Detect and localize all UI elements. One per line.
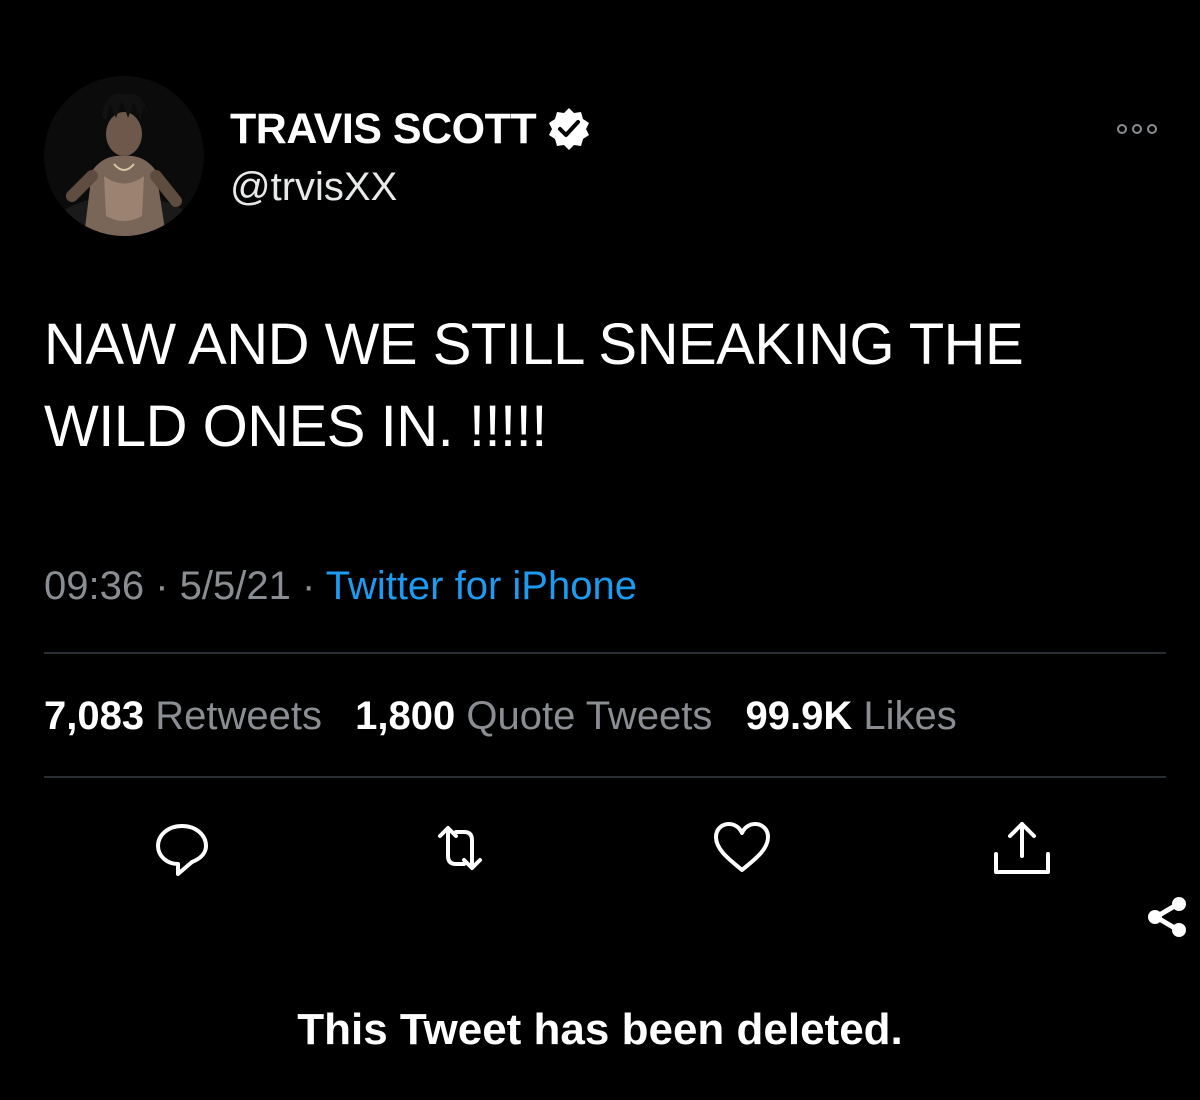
share-icon[interactable]	[990, 816, 1054, 880]
tweet-source-link[interactable]: Twitter for iPhone	[326, 564, 637, 608]
avatar[interactable]	[44, 76, 204, 236]
reply-icon[interactable]	[150, 816, 214, 880]
likes-label: Likes	[863, 694, 957, 738]
share-nodes-icon[interactable]	[1144, 894, 1190, 940]
verified-badge-icon	[549, 108, 590, 150]
author-handle[interactable]: @trvisXX	[230, 162, 397, 212]
likes-count: 99.9K	[745, 694, 853, 738]
tweet-text: NAW AND WE STILL SNEAKING THE WILD ONES …	[44, 304, 1164, 468]
retweets-count: 7,083	[44, 694, 145, 738]
tweet-text-line: NAW AND WE STILL SNEAKING THE	[44, 312, 1024, 377]
author-name-row: TRAVIS SCOTT	[230, 104, 592, 154]
divider	[44, 776, 1166, 778]
tweet-date[interactable]: 5/5/21	[180, 564, 291, 608]
tweet-stats: 7,083 Retweets 1,800 Quote Tweets 99.9K …	[44, 690, 979, 742]
divider	[44, 652, 1166, 654]
tweet-card: TRAVIS SCOTT @trvisXX NAW AND WE STILL S…	[0, 0, 1200, 1100]
avatar-photo-icon	[44, 76, 204, 236]
meta-separator: ·	[290, 564, 326, 608]
tweet-text-line: WILD ONES IN. !!!!!	[44, 394, 547, 459]
quotes-stat[interactable]: 1,800 Quote Tweets	[355, 694, 712, 738]
deleted-notice: This Tweet has been deleted.	[297, 1005, 903, 1054]
retweets-stat[interactable]: 7,083 Retweets	[44, 694, 322, 738]
retweets-label: Retweets	[155, 694, 322, 738]
quotes-label: Quote Tweets	[466, 694, 713, 738]
display-name[interactable]: TRAVIS SCOTT	[230, 104, 537, 154]
quotes-count: 1,800	[355, 694, 456, 738]
tweet-time[interactable]: 09:36	[44, 564, 144, 608]
likes-stat[interactable]: 99.9K Likes	[746, 694, 957, 738]
like-icon[interactable]	[710, 816, 774, 880]
tweet-meta: 09:36 · 5/5/21 · Twitter for iPhone	[44, 560, 637, 612]
more-dots-icon[interactable]	[1112, 114, 1162, 144]
meta-separator: ·	[144, 564, 180, 608]
retweet-icon[interactable]	[428, 816, 492, 880]
